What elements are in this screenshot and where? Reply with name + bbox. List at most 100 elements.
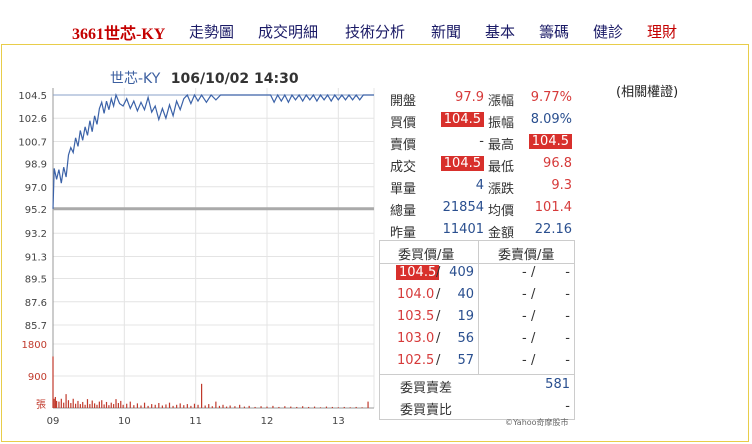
price-tick-label: 85.7 <box>25 321 47 332</box>
price-tick-label: 93.2 <box>25 229 47 240</box>
slash: / <box>531 265 536 280</box>
yahoo-credit: ©Yahoo奇摩股市 <box>505 418 569 427</box>
order-book-ratio-row: 委買賣比 - <box>380 397 574 419</box>
diff-label: 委買賣差 <box>400 381 453 396</box>
quote-label: 開盤 <box>390 94 417 109</box>
diff-value: 581 <box>545 377 570 392</box>
bid-qty: 57 <box>457 353 474 368</box>
order-book-header: 委買價/量 委賣價/量 <box>380 241 574 264</box>
quote-label: 賣價 <box>390 138 417 153</box>
slash: / <box>531 353 536 368</box>
bid-qty: 409 <box>449 265 474 280</box>
time-tick-label: 09 <box>47 416 60 427</box>
order-book-row: 102.5 / 57 - / - <box>380 351 574 373</box>
volume-tick-label: 900 <box>28 372 47 383</box>
ask-price: - <box>522 287 527 302</box>
bid-qty: 40 <box>457 287 474 302</box>
slash: / <box>531 287 536 302</box>
ask-qty: - <box>565 331 570 346</box>
quote-value-amount: 22.16 <box>534 222 572 237</box>
volume-unit-label: 張 <box>36 399 46 411</box>
quote-value-change: 9.3 <box>551 178 572 193</box>
quote-label: 單量 <box>390 182 417 197</box>
quote-label: 振幅 <box>488 116 515 131</box>
slash: / <box>436 331 441 346</box>
quote-value-ask: - <box>479 134 484 149</box>
slash: / <box>436 309 441 324</box>
quote-value-total-vol: 21854 <box>442 200 484 215</box>
quote-value-change-pct: 9.77% <box>530 90 572 105</box>
quote-value-high: 104.5 <box>528 134 572 149</box>
quote-label: 昨量 <box>390 226 417 241</box>
quote-value-tick-vol: 4 <box>475 178 484 193</box>
price-tick-label: 91.3 <box>25 252 47 263</box>
bid-header: 委買價/量 <box>398 248 455 263</box>
quote-value-open: 97.9 <box>455 90 484 105</box>
bid-price: 104.0 <box>397 287 435 302</box>
order-book: 委買價/量 委賣價/量 104.5 / 409 - / - 104.0 / 40… <box>379 240 575 420</box>
order-book-row: 103.0 / 56 - / - <box>380 329 574 351</box>
price-tick-label: 97.0 <box>25 183 47 194</box>
price-tick-label: 98.9 <box>25 160 47 171</box>
quote-label: 成交 <box>390 160 417 175</box>
order-book-row: 103.5 / 19 - / - <box>380 307 574 329</box>
price-tick-label: 89.5 <box>25 275 47 286</box>
price-tick-label: 102.6 <box>18 114 47 125</box>
bid-price: 103.5 <box>397 309 435 324</box>
ask-price: - <box>522 309 527 324</box>
order-book-diff-row: 委買賣差 581 <box>380 375 574 397</box>
slash: / <box>436 353 441 368</box>
slash: / <box>436 287 441 302</box>
order-book-row: 104.5 / 409 - / - <box>380 263 574 285</box>
bid-price-highlight: 104.5 <box>396 265 440 280</box>
bid-qty: 19 <box>457 309 474 324</box>
price-tick-label: 100.7 <box>18 137 47 148</box>
price-line <box>52 93 374 209</box>
order-book-row: 104.0 / 40 - / - <box>380 285 574 307</box>
ask-price: - <box>522 353 527 368</box>
slash: / <box>436 265 441 280</box>
quote-value-high-wrap: 104.5 <box>512 134 572 149</box>
time-tick-label: 10 <box>118 416 131 427</box>
related-warrants-link[interactable]: (相關權證) <box>616 81 678 100</box>
quote-label: 總量 <box>390 204 417 219</box>
quote-label: 漲幅 <box>488 94 515 109</box>
ask-qty: - <box>565 353 570 368</box>
ask-price: - <box>522 265 527 280</box>
quote-label: 均價 <box>488 204 515 219</box>
ratio-label: 委買賣比 <box>400 403 453 418</box>
price-tick-label: 104.5 <box>18 91 47 102</box>
time-tick-label: 13 <box>332 416 345 427</box>
slash: / <box>531 331 536 346</box>
quote-label: 漲跌 <box>488 182 515 197</box>
quote-value-bid-wrap: 104.5 <box>424 112 484 127</box>
bid-price: 102.5 <box>397 353 435 368</box>
quote-value-amplitude: 8.09% <box>530 112 572 127</box>
price-tick-label: 87.6 <box>25 298 47 309</box>
quote-value-prev-vol: 11401 <box>442 222 484 237</box>
quote-label: 買價 <box>390 116 417 131</box>
quote-value-last: 104.5 <box>440 156 484 171</box>
ask-price: - <box>522 331 527 346</box>
volume-tick-label: 1800 <box>22 340 47 351</box>
intraday-chart: 104.5 102.6 100.7 98.9 97.0 95.2 93.2 91.3 89.5 8… <box>18 88 375 427</box>
quote-label: 最低 <box>488 160 515 175</box>
quote-value-avg: 101.4 <box>534 200 572 215</box>
chart-title-name: 世芯-KY <box>110 71 161 87</box>
quote-label: 金額 <box>488 226 515 241</box>
time-tick-label: 12 <box>261 416 274 427</box>
chart-title: 世芯-KY 106/10/02 14:30 <box>110 68 299 88</box>
quote-value-last-wrap: 104.5 <box>424 156 484 171</box>
quote-value-low: 96.8 <box>543 156 572 171</box>
ask-qty: - <box>565 265 570 280</box>
price-tick-label: 95.2 <box>25 205 47 216</box>
ask-qty: - <box>565 309 570 324</box>
slash: / <box>531 309 536 324</box>
chart-title-datetime: 106/10/02 14:30 <box>170 71 299 87</box>
bid-price: 103.0 <box>397 331 435 346</box>
time-tick-label: 11 <box>189 416 202 427</box>
bid-qty: 56 <box>457 331 474 346</box>
ask-header: 委賣價/量 <box>498 248 555 263</box>
quote-label: 最高 <box>488 138 515 153</box>
ratio-value: - <box>565 399 570 414</box>
